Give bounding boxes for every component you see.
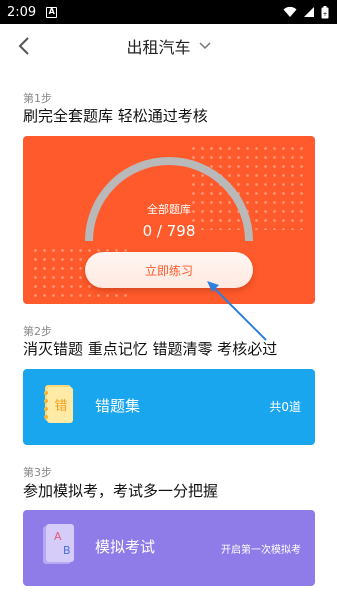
question-progress-count: 0 / 798 <box>142 222 196 240</box>
wrong-book-icon-text: 错 <box>54 399 67 414</box>
wrong-questions-title: 错题集 <box>95 397 141 415</box>
step-3-label: 第3步 <box>23 466 52 479</box>
exam-book-icon: A B <box>43 524 74 564</box>
step-2-label: 第2步 <box>23 325 52 338</box>
mock-exam-hint: 开启第一次模拟考 <box>221 545 301 556</box>
exam-book-icon-letter-a: A <box>54 530 62 543</box>
wrong-book-icon: 错 <box>44 385 73 423</box>
wrong-questions-count: 共0道 <box>269 400 301 414</box>
step-1-title: 刷完全套题库 轻松通过考核 <box>23 107 208 125</box>
exam-book-icon-letter-b: B <box>63 544 71 557</box>
mock-exam-card[interactable]: A B 模拟考试 开启第一次模拟考 <box>23 510 315 586</box>
gauge-label: 全部题库 <box>147 203 191 216</box>
chevron-left-icon <box>18 37 29 55</box>
step-1-label: 第1步 <box>23 92 52 105</box>
step-2-title: 消灭错题 重点记忆 错题清零 考核必过 <box>23 340 278 358</box>
page-title: 出租汽车 <box>126 38 191 57</box>
wrong-questions-card[interactable]: 错 错题集 共0道 <box>23 369 315 445</box>
step-3-title: 参加模拟考，考试多一分把握 <box>23 482 219 500</box>
start-practice-label: 立即练习 <box>144 263 193 278</box>
status-bar: 2:09 A + <box>0 0 337 24</box>
back-button[interactable] <box>12 34 36 58</box>
nav-bar: 出租汽车 <box>0 24 337 68</box>
start-practice-button[interactable]: 立即练习 <box>85 252 253 288</box>
status-time: 2:09 <box>7 4 37 20</box>
notification-icon: A <box>46 6 58 18</box>
svg-text:+: + <box>322 11 327 18</box>
signal-icon <box>304 7 314 17</box>
mock-exam-title: 模拟考试 <box>95 538 156 556</box>
wifi-icon <box>283 6 297 17</box>
battery-icon: + <box>321 5 329 18</box>
chevron-down-icon <box>198 42 211 50</box>
question-bank-card: 全部题库 0 / 798 立即练习 <box>23 136 315 304</box>
vehicle-type-selector[interactable]: 出租汽车 <box>126 34 211 58</box>
